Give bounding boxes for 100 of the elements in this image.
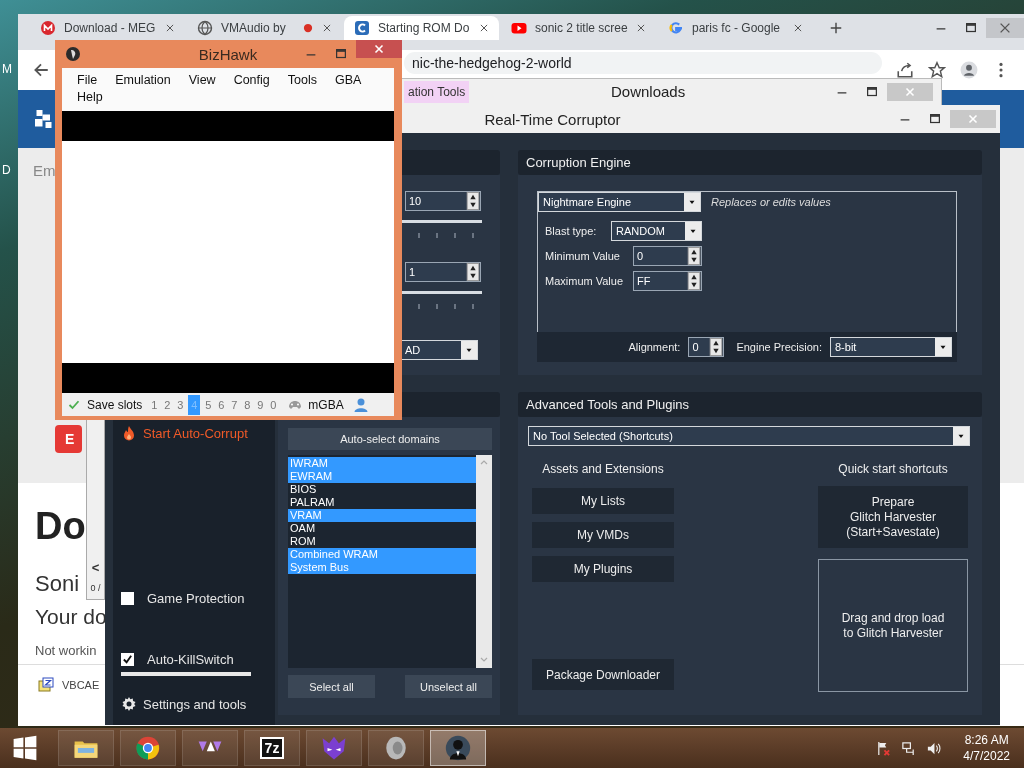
list-item[interactable]: PALRAM: [288, 496, 476, 509]
close-icon[interactable]: [322, 23, 332, 33]
profile-icon[interactable]: [960, 61, 978, 79]
save-slot[interactable]: 3: [175, 394, 186, 415]
figure-icon: [445, 735, 471, 761]
back-icon[interactable]: [32, 61, 50, 79]
download-button[interactable]: E: [55, 425, 83, 453]
app-icon: [65, 46, 81, 62]
number-field[interactable]: 0: [633, 246, 702, 266]
status-label: Save slots: [87, 397, 143, 412]
scrollbar[interactable]: [476, 455, 492, 668]
page-text: Your do: [35, 605, 107, 629]
taskbar-button[interactable]: [120, 730, 176, 766]
volume-icon[interactable]: [926, 740, 942, 756]
scroll-left-button[interactable]: <: [91, 560, 100, 575]
flag-icon[interactable]: [876, 740, 892, 756]
counter-text: 0 /: [90, 583, 101, 593]
drop-zone[interactable]: Drag and drop load to Glitch Harvester: [818, 559, 968, 692]
settings-button[interactable]: Settings and tools: [121, 696, 275, 712]
spin-buttons[interactable]: [687, 247, 701, 265]
speaker-icon: [383, 735, 409, 761]
address-field[interactable]: nic-the-hedgehog-2-world: [404, 52, 882, 74]
close-button[interactable]: [356, 40, 402, 58]
select-all-button[interactable]: Select all: [288, 675, 375, 698]
list-item[interactable]: ROM: [288, 535, 476, 548]
spin-buttons[interactable]: [466, 192, 480, 210]
taskbar-button[interactable]: [430, 730, 486, 766]
flame-icon: [121, 425, 137, 441]
clock-time[interactable]: 8:26 AM: [963, 732, 1010, 748]
menu-item[interactable]: View: [188, 73, 216, 87]
number-field[interactable]: 10: [405, 191, 481, 211]
close-icon[interactable]: [479, 23, 489, 33]
taskbar-button[interactable]: [58, 730, 114, 766]
field-label: Blast type:: [545, 225, 598, 237]
desktop-icon-label: M: [2, 62, 12, 76]
number-field[interactable]: FF: [633, 271, 702, 291]
dropdown[interactable]: Nightmare Engine: [538, 192, 701, 212]
menu-item[interactable]: GBA: [334, 73, 362, 87]
close-icon[interactable]: [793, 23, 803, 33]
browser-tab[interactable]: sonic 2 title scree: [501, 16, 656, 40]
menu-item[interactable]: File: [77, 73, 98, 87]
window-title: BizHawk: [198, 45, 258, 63]
page-heading: Do: [35, 504, 86, 549]
plus-icon[interactable]: [829, 21, 843, 35]
package-button[interactable]: Package Downloader: [532, 659, 674, 690]
menu-button[interactable]: My Plugins: [532, 556, 674, 582]
auto-select-button[interactable]: Auto-select domains: [288, 428, 492, 450]
network-icon[interactable]: [901, 740, 917, 756]
number-field[interactable]: 1: [405, 262, 481, 282]
window-title: Real-Time Corruptor: [484, 110, 621, 128]
checkbox-label: Auto-KillSwitch: [147, 652, 234, 667]
field-label: Alignment:: [628, 341, 681, 353]
dropdown[interactable]: AD: [400, 340, 478, 360]
menu-item[interactable]: Help: [77, 90, 103, 104]
browser-tab[interactable]: Download - MEG: [30, 16, 185, 40]
field-label: Engine Precision:: [736, 341, 822, 353]
save-slot[interactable]: 5: [203, 394, 214, 415]
share-icon[interactable]: [896, 61, 914, 79]
save-slot[interactable]: 1: [149, 394, 160, 415]
settings-icon: [121, 696, 137, 712]
spin-buttons[interactable]: [709, 338, 724, 356]
save-slot[interactable]: 6: [216, 394, 227, 415]
taskbar-button[interactable]: [368, 730, 424, 766]
save-slot[interactable]: 0: [268, 394, 279, 415]
close-icon[interactable]: [165, 23, 175, 33]
menu-item[interactable]: Tools: [287, 73, 317, 87]
section-heading: Quick start shortcuts: [837, 462, 949, 476]
save-slot[interactable]: 8: [242, 394, 253, 415]
file-name[interactable]: VBCAE: [62, 679, 100, 691]
save-slot[interactable]: 2: [162, 394, 173, 415]
taskbar-button[interactable]: 7z: [244, 730, 300, 766]
logo-icon: [354, 20, 370, 36]
number-field[interactable]: 0: [688, 337, 725, 357]
dropdown[interactable]: 8-bit: [830, 337, 952, 357]
checkbox[interactable]: [121, 653, 134, 666]
close-icon[interactable]: [636, 23, 646, 33]
auto-corrupt-button[interactable]: Start Auto-Corrupt: [121, 425, 275, 441]
menu-button[interactable]: My Lists: [532, 488, 674, 514]
start-button[interactable]: [12, 735, 38, 761]
browser-tab[interactable]: Starting ROM Do: [344, 16, 499, 40]
spin-buttons[interactable]: [687, 272, 701, 290]
window-tab[interactable]: ation Tools: [404, 81, 470, 103]
page-subtitle: Soni: [35, 571, 80, 597]
menu-button[interactable]: My VMDs: [532, 522, 674, 548]
list-item[interactable]: OAM: [288, 522, 476, 535]
clock-date[interactable]: 4/7/2022: [963, 748, 1010, 764]
unselect-all-button[interactable]: Unselect all: [405, 675, 492, 698]
browser-tab[interactable]: VMAudio by: [187, 16, 342, 40]
star-icon[interactable]: [928, 61, 946, 79]
spin-buttons[interactable]: [466, 263, 480, 281]
save-slot[interactable]: 7: [229, 394, 240, 415]
menu-item[interactable]: Emulation: [115, 73, 171, 87]
list-item[interactable]: BIOS: [288, 483, 476, 496]
menu-item[interactable]: Config: [233, 73, 270, 87]
checkbox[interactable]: [121, 592, 134, 605]
dropdown[interactable]: RANDOM: [611, 221, 702, 241]
prepare-button[interactable]: Prepare Glitch Harvester (Start+Savestate): [818, 486, 968, 548]
dropdown[interactable]: No Tool Selected (Shortcuts): [528, 426, 970, 446]
save-slot[interactable]: 9: [255, 394, 266, 415]
browser-tab[interactable]: paris fc - Google: [658, 16, 813, 40]
